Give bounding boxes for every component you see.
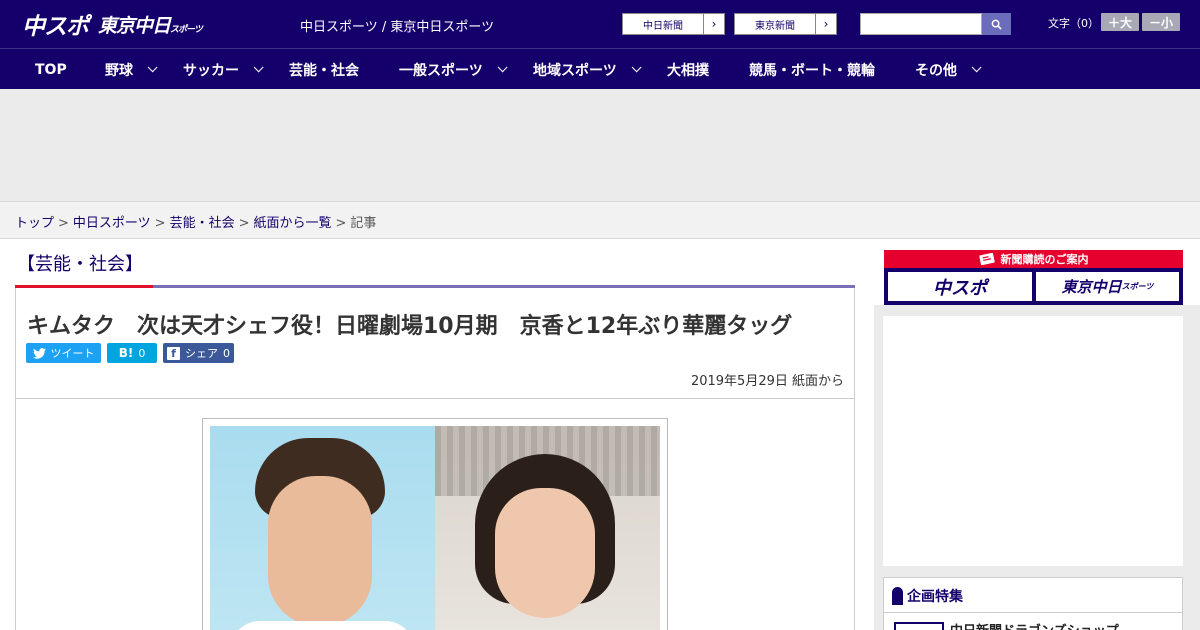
nav-item-soccer[interactable]: サッカー <box>183 49 264 90</box>
font-bigger-button[interactable]: ＋大 <box>1101 13 1139 31</box>
search-icon <box>991 19 1002 30</box>
font-smaller-button[interactable]: －小 <box>1142 13 1180 31</box>
photo-actor <box>210 426 435 630</box>
chevron-right-icon: › <box>815 14 836 34</box>
paper-link-label: 東京新聞 <box>755 20 795 32</box>
top-header: 中スポ 東京中日スポーツ 中日スポーツ / 東京中日スポーツ 中日新聞 › 東京… <box>0 0 1200 48</box>
chevron-down-icon <box>971 62 982 73</box>
breadcrumb-link-entertainment[interactable]: 芸能・社会 <box>170 216 235 231</box>
twitter-bird-icon <box>32 347 46 359</box>
subscribe-tokyo-chunichi-link[interactable]: 東京中日 スポーツ <box>1036 272 1179 301</box>
breadcrumb-separator: > <box>238 216 250 231</box>
subscribe-chuspo-link[interactable]: 中スポ <box>888 272 1032 301</box>
breadcrumb-link-top[interactable]: トップ <box>15 216 54 231</box>
subscription-title: 新聞購読のご案内 <box>884 250 1183 268</box>
sidebar-ad-area <box>883 316 1183 566</box>
photo-actress <box>435 426 660 630</box>
nav-item-racing[interactable]: 競馬・ボート・競輪 <box>749 49 875 90</box>
breadcrumb: トップ > 中日スポーツ > 芸能・社会 > 紙面から一覧 > 記事 <box>15 212 376 231</box>
breadcrumb-separator: > <box>154 216 166 231</box>
article-divider <box>16 398 854 399</box>
breadcrumb-separator: > <box>58 216 69 231</box>
nav-item-sumo[interactable]: 大相撲 <box>667 49 709 90</box>
facebook-count: 0 <box>223 346 230 360</box>
breadcrumb-link-chunichi-sports[interactable]: 中日スポーツ <box>73 216 151 231</box>
breadcrumb-separator: > <box>335 216 347 231</box>
search-input[interactable] <box>860 13 982 35</box>
category-heading: 【芸能・社会】 <box>17 254 143 275</box>
tweet-button[interactable]: ツイート <box>26 343 101 363</box>
site-logo[interactable]: 中スポ 東京中日スポーツ <box>22 6 203 42</box>
facebook-share-label: シェア <box>185 347 218 360</box>
breadcrumb-bar: トップ > 中日スポーツ > 芸能・社会 > 紙面から一覧 > 記事 <box>0 201 1200 239</box>
nav-item-other[interactable]: その他 <box>915 49 982 90</box>
hatena-count: 0 <box>138 346 146 360</box>
chevron-right-icon: › <box>703 14 724 34</box>
nav-item-top[interactable]: TOP <box>35 49 67 90</box>
font-size-label: 文字（0） <box>1048 17 1099 30</box>
nav-item-local-sports[interactable]: 地域スポーツ <box>533 49 642 90</box>
newspaper-icon <box>978 253 995 265</box>
main-nav: TOP 野球 サッカー 芸能・社会 一般スポーツ 地域スポーツ 大相撲 競馬・ボ… <box>0 48 1200 89</box>
logo-chuspo: 中スポ <box>22 14 89 40</box>
tweet-label: ツイート <box>50 347 95 360</box>
ribbon-icon <box>892 587 903 605</box>
facebook-icon: f <box>167 346 180 360</box>
feature-item-link[interactable]: 中日新聞ドラゴンズショップ <box>950 620 1119 630</box>
hatena-bookmark-button[interactable]: B! 0 <box>107 343 157 363</box>
tokyo-shimbun-link[interactable]: 東京新聞 › <box>734 13 837 35</box>
breadcrumb-link-paper-list[interactable]: 紙面から一覧 <box>254 216 332 231</box>
logo-tokyo-chunichi: 東京中日スポーツ <box>98 14 203 37</box>
facebook-share-button[interactable]: f シェア 0 <box>163 343 234 363</box>
nav-item-entertainment[interactable]: 芸能・社会 <box>289 49 359 90</box>
feature-box: 企画特集 中日新聞ドラゴンズショップ <box>883 577 1183 630</box>
chevron-down-icon <box>497 62 508 73</box>
nav-item-general-sports[interactable]: 一般スポーツ <box>399 49 508 90</box>
chunichi-shimbun-link[interactable]: 中日新聞 › <box>622 13 725 35</box>
nav-item-baseball[interactable]: 野球 <box>105 49 158 90</box>
paper-link-label: 中日新聞 <box>643 20 683 32</box>
search-button[interactable] <box>982 13 1011 35</box>
chevron-down-icon <box>147 62 158 73</box>
article-title: キムタク 次は天才シェフ役！日曜劇場10月期 京香と12年ぶり華麗タッグ <box>27 314 793 339</box>
top-ad-area <box>0 89 1200 201</box>
article-container: キムタク 次は天才シェフ役！日曜劇場10月期 京香と12年ぶり華麗タッグ ツイー… <box>15 288 855 630</box>
article-photo[interactable] <box>202 418 668 630</box>
site-title[interactable]: 中日スポーツ / 東京中日スポーツ <box>300 16 494 35</box>
article-date: 2019年5月29日 紙面から <box>690 374 844 389</box>
feature-thumbnail[interactable] <box>894 622 944 630</box>
chevron-down-icon <box>631 62 642 73</box>
breadcrumb-current: 記事 <box>350 216 377 231</box>
hatena-icon: B! <box>118 346 134 360</box>
chevron-down-icon <box>253 62 264 73</box>
feature-heading: 企画特集 <box>892 586 963 606</box>
